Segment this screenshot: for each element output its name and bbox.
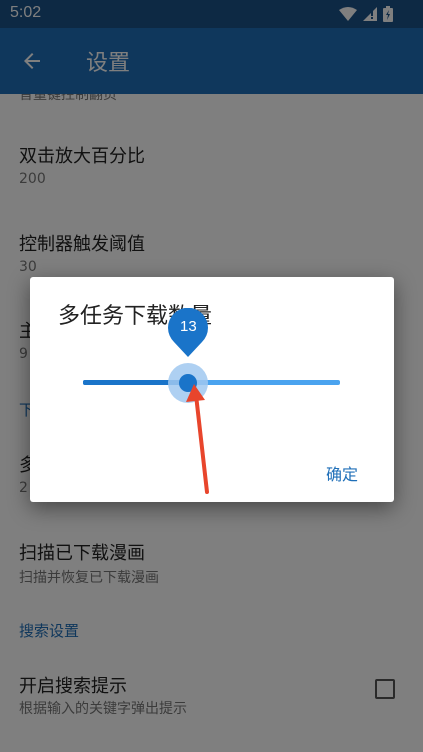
slider-value-text: 13 — [180, 318, 197, 335]
concurrent-downloads-dialog: 多任务下载数量 13 确定 — [30, 277, 394, 502]
slider-track[interactable] — [83, 363, 340, 403]
confirm-button[interactable]: 确定 — [326, 461, 358, 485]
slider-value-bubble: 13 — [167, 308, 209, 358]
